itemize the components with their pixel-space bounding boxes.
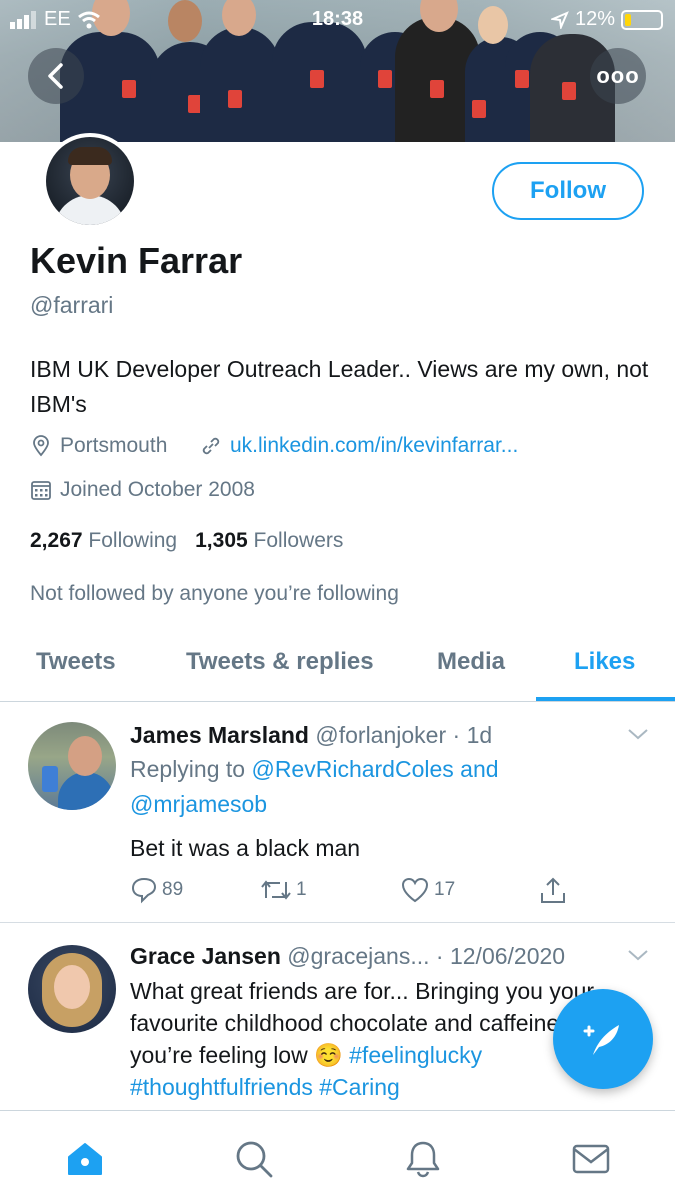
- reply-icon: [131, 877, 157, 904]
- profile-banner[interactable]: EE 18:38 12% ooo: [0, 0, 675, 142]
- banner-lanyard: [562, 82, 576, 100]
- website-text[interactable]: uk.linkedin.com/in/kevinfarrar...: [230, 434, 518, 458]
- like-count: 17: [434, 879, 456, 900]
- bottom-navigation: [0, 1110, 675, 1200]
- followers-label: Followers: [253, 529, 344, 552]
- following-label: Following: [88, 529, 178, 552]
- reply-mention[interactable]: @mrjamesob: [130, 791, 267, 817]
- location-text: Portsmouth: [60, 434, 168, 457]
- tweet-menu-button[interactable]: [626, 726, 650, 747]
- tweet-author-avatar[interactable]: [28, 722, 116, 810]
- follow-counts: 2,267 Following 1,305 Followers: [30, 529, 343, 553]
- avatar-body: [58, 772, 114, 810]
- compose-tweet-button[interactable]: [553, 989, 653, 1089]
- tweet-time: 12/06/2020: [449, 943, 566, 969]
- tweet-text: Bet it was a black man: [130, 835, 361, 861]
- banner-lanyard: [122, 80, 136, 98]
- nav-messages[interactable]: [569, 1137, 613, 1181]
- compose-tweet-icon: [583, 1025, 619, 1055]
- nav-home[interactable]: [63, 1137, 107, 1181]
- share-button[interactable]: [538, 876, 568, 906]
- reply-count: 89: [162, 879, 184, 900]
- status-bar: EE 18:38 12%: [0, 0, 675, 38]
- avatar-shirt: [54, 195, 126, 225]
- profile-website-link[interactable]: uk.linkedin.com/in/kevinfarrar...: [200, 434, 518, 458]
- retweet-count: 1: [296, 879, 307, 900]
- tab-likes[interactable]: Likes: [574, 648, 635, 676]
- following-count-link[interactable]: 2,267 Following: [30, 529, 177, 553]
- location-pin-icon: [33, 435, 49, 457]
- tweet-actions: 89 1 17: [130, 876, 580, 906]
- avatar-face: [54, 965, 90, 1009]
- tweet-separator: ·: [429, 943, 450, 969]
- nav-notifications[interactable]: [401, 1137, 445, 1181]
- reply-and: and: [453, 756, 499, 782]
- profile-joined: Joined October 2008: [30, 478, 255, 502]
- follow-button[interactable]: Follow: [492, 162, 644, 220]
- notifications-bell-icon: [406, 1141, 440, 1178]
- search-icon: [236, 1141, 273, 1178]
- reply-context: Replying to @RevRichardColes and @mrjame…: [130, 752, 630, 822]
- following-count: 2,267: [30, 529, 83, 552]
- active-tab-indicator: [536, 697, 675, 701]
- link-icon: [202, 437, 220, 455]
- tweet-separator: ·: [446, 722, 467, 748]
- battery-percent: 12%: [574, 8, 615, 30]
- tab-tweets-replies[interactable]: Tweets & replies: [186, 648, 374, 676]
- banner-lanyard: [430, 80, 444, 98]
- like-button[interactable]: 17: [400, 876, 455, 904]
- tweet-author-name[interactable]: James Marsland: [130, 722, 309, 748]
- calendar-icon: [31, 481, 51, 500]
- profile-location: Portsmouth: [30, 434, 167, 458]
- location-arrow-icon: [550, 10, 569, 29]
- banner-lanyard: [515, 70, 529, 88]
- tab-tweets[interactable]: Tweets: [36, 648, 116, 676]
- back-button[interactable]: [28, 48, 84, 104]
- tweet-author-name[interactable]: Grace Jansen: [130, 943, 281, 969]
- tab-media[interactable]: Media: [437, 648, 505, 676]
- reply-prefix: Replying to: [130, 756, 252, 782]
- more-options-button[interactable]: ooo: [590, 48, 646, 104]
- tweet-menu-button[interactable]: [626, 947, 650, 968]
- home-icon: [68, 1143, 102, 1175]
- joined-text: Joined October 2008: [60, 478, 255, 501]
- not-followed-note: Not followed by anyone you’re following: [30, 582, 399, 605]
- banner-lanyard: [472, 100, 486, 118]
- profile-avatar[interactable]: [42, 133, 138, 229]
- tweet-author-handle[interactable]: @forlanjoker: [315, 722, 446, 748]
- tweet-time: 1d: [466, 722, 493, 748]
- avatar-face: [68, 736, 102, 776]
- followers-count-link[interactable]: 1,305 Followers: [195, 529, 343, 553]
- chevron-down-icon: [628, 950, 648, 961]
- tweet-header: Grace Jansen @gracejans... · 12/06/2020: [130, 943, 565, 970]
- tweet-author-avatar[interactable]: [28, 945, 116, 1033]
- banner-lanyard: [310, 70, 324, 88]
- avatar-can: [42, 766, 58, 792]
- retweet-button[interactable]: 1: [260, 876, 307, 904]
- messages-envelope-icon: [572, 1144, 610, 1174]
- profile-bio: IBM UK Developer Outreach Leader.. Views…: [30, 356, 649, 417]
- tweet-author-handle[interactable]: @gracejans...: [287, 943, 429, 969]
- profile-tabs: Tweets Tweets & replies Media Likes: [0, 630, 675, 702]
- heart-icon: [401, 877, 429, 903]
- battery-icon: [621, 9, 663, 30]
- followers-count: 1,305: [195, 529, 248, 552]
- profile-name: Kevin Farrar: [30, 240, 243, 281]
- banner-person: [200, 27, 280, 142]
- avatar-image: [46, 137, 134, 225]
- chevron-down-icon: [628, 729, 648, 740]
- chevron-left-icon: [48, 63, 63, 89]
- retweet-icon: [261, 880, 291, 900]
- banner-lanyard: [228, 90, 242, 108]
- more-options-icon: ooo: [596, 63, 640, 88]
- nav-search[interactable]: [232, 1137, 276, 1181]
- avatar-hair: [68, 147, 112, 165]
- status-right: 12%: [550, 8, 663, 31]
- banner-lanyard: [378, 70, 392, 88]
- reply-mention[interactable]: @RevRichardColes: [251, 756, 453, 782]
- reply-button[interactable]: 89: [130, 876, 183, 904]
- tweet-header: James Marsland @forlanjoker · 1d: [130, 722, 492, 749]
- profile-handle: @farrari: [30, 292, 114, 318]
- share-icon: [541, 877, 565, 903]
